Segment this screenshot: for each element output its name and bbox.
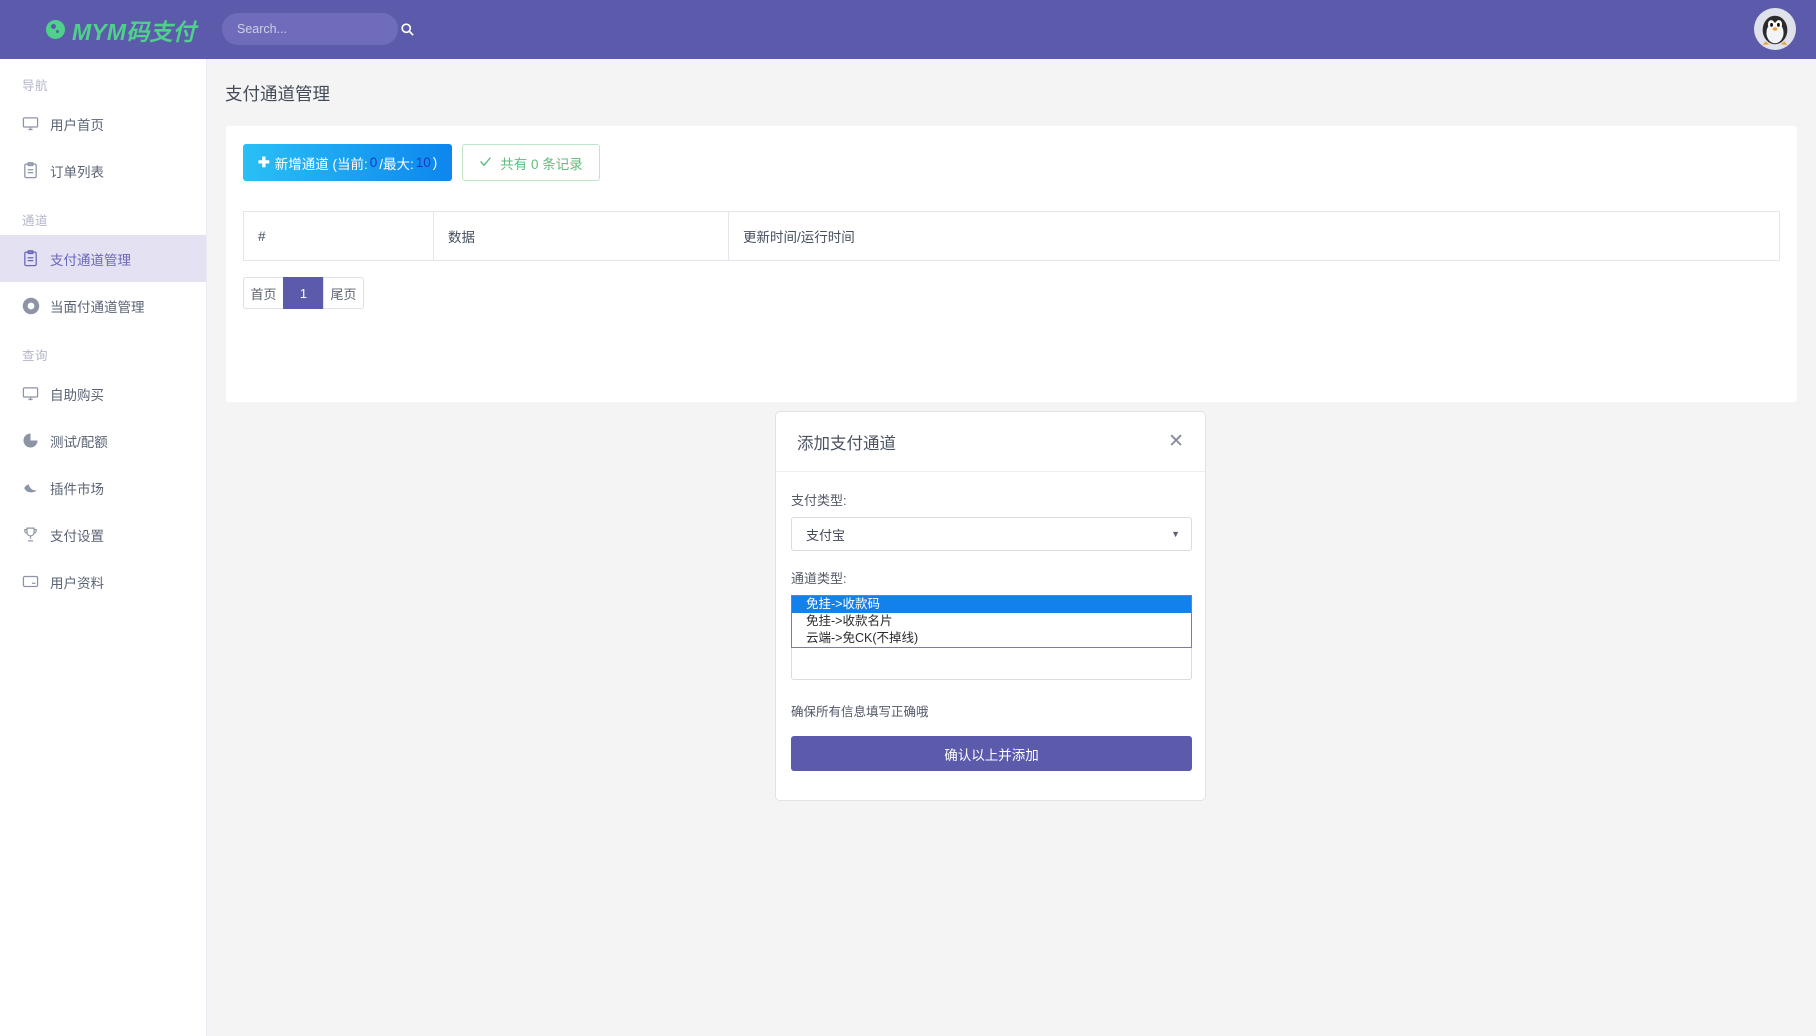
sidebar-section-query: 查询 [0, 329, 206, 370]
brand-logo[interactable]: MYM码支付 [0, 13, 240, 47]
pagination-first-button[interactable]: 首页 [243, 277, 284, 309]
sidebar-section-channel: 通道 [0, 194, 206, 235]
sidebar-item-order-list[interactable]: 订单列表 [0, 147, 206, 194]
credit-card-icon [22, 573, 50, 590]
action-button-row: ✚ 新增通道 (当前: 0 /最大: 10 ) 共有 0 条记录 [243, 144, 1780, 181]
chevron-down-icon: ▼ [1171, 529, 1180, 539]
record-count-label: 共有 0 条记录 [500, 153, 583, 173]
plus-icon: ✚ [258, 154, 270, 171]
page-title: 支付通道管理 [207, 59, 1816, 106]
sidebar-item-user-profile[interactable]: 用户资料 [0, 558, 206, 605]
add-channel-modal: 添加支付通道 ✕ 支付类型: 支付宝 ▼ 通道类型: 免挂->收款码 ▼ 确保所… [775, 411, 1206, 801]
pagination: 首页 1 尾页 [243, 277, 1780, 309]
table-header-time: 更新时间/运行时间 [729, 212, 1780, 261]
sidebar-item-user-home[interactable]: 用户首页 [0, 100, 206, 147]
pagination-last-button[interactable]: 尾页 [323, 277, 364, 309]
main-content: 支付通道管理 ✚ 新增通道 (当前: 0 /最大: 10 ) [207, 59, 1816, 1036]
clipboard-icon [22, 162, 50, 179]
sidebar-item-facepay-channel-management[interactable]: 当面付通道管理 [0, 282, 206, 329]
sidebar-item-plugin-market[interactable]: 插件市场 [0, 464, 206, 511]
dropdown-option-0[interactable]: 免挂->收款码 [792, 596, 1191, 613]
pagination-page-1[interactable]: 1 [283, 277, 324, 309]
add-channel-max: 10 [416, 155, 431, 170]
channel-panel: ✚ 新增通道 (当前: 0 /最大: 10 ) 共有 0 条记录 [226, 126, 1797, 402]
sidebar-item-test-quota[interactable]: 测试/配额 [0, 417, 206, 464]
channel-type-label: 通道类型: [791, 568, 1190, 587]
table-header-data: 数据 [434, 212, 729, 261]
search-button[interactable] [400, 14, 421, 44]
form-hint: 确保所有信息填写正确哦 [791, 701, 1190, 720]
sidebar-item-self-purchase[interactable]: 自助购买 [0, 370, 206, 417]
moon-icon [22, 479, 50, 497]
table-header-index: # [244, 212, 434, 261]
desktop-icon [22, 385, 50, 402]
sidebar-item-label: 插件市场 [50, 478, 104, 498]
sidebar-item-label: 测试/配额 [50, 431, 108, 451]
brand-label: MYM码支付 [72, 13, 196, 47]
sidebar-section-nav: 导航 [0, 59, 206, 100]
confirm-add-button[interactable]: 确认以上并添加 [791, 736, 1192, 771]
search-input[interactable] [222, 14, 400, 44]
add-channel-middle: /最大: [379, 153, 414, 173]
sidebar-item-label: 自助购买 [50, 384, 104, 404]
close-icon[interactable]: ✕ [1168, 432, 1184, 451]
record-count-button[interactable]: 共有 0 条记录 [462, 144, 600, 181]
top-bar: MYM码支付 [0, 0, 1816, 59]
add-channel-prefix: 新增通道 (当前: [275, 153, 368, 173]
search-box[interactable] [222, 13, 398, 45]
pay-type-value: 支付宝 [806, 525, 845, 544]
app-root: MYM码支付 导航 [0, 0, 1816, 1036]
add-channel-suffix: ) [433, 155, 438, 170]
channel-table: # 数据 更新时间/运行时间 [243, 211, 1780, 261]
search-icon [400, 22, 415, 37]
check-icon [479, 155, 492, 171]
modal-title: 添加支付通道 [797, 430, 896, 454]
pay-type-label: 支付类型: [791, 490, 1190, 509]
table-header-row: # 数据 更新时间/运行时间 [244, 212, 1780, 261]
channel-type-dropdown[interactable]: 免挂->收款码 免挂->收款名片 云端->免CK(不掉线) [791, 595, 1192, 648]
sidebar-item-payment-settings[interactable]: 支付设置 [0, 511, 206, 558]
sidebar: 导航 用户首页 订单列表 通道 支付通道管理 [0, 59, 207, 1036]
sidebar-item-label: 支付设置 [50, 525, 104, 545]
add-channel-current: 0 [370, 155, 378, 170]
sidebar-item-label: 订单列表 [50, 161, 104, 181]
dropdown-option-2[interactable]: 云端->免CK(不掉线) [792, 630, 1191, 647]
sidebar-item-label: 当面付通道管理 [50, 296, 145, 316]
clipboard-icon [22, 250, 50, 267]
sidebar-item-label: 用户资料 [50, 572, 104, 592]
sidebar-item-label: 支付通道管理 [50, 249, 131, 269]
dropdown-option-1[interactable]: 免挂->收款名片 [792, 613, 1191, 630]
sidebar-item-payment-channel-management[interactable]: 支付通道管理 [0, 235, 206, 282]
pie-chart-icon [22, 432, 50, 449]
pay-type-select[interactable]: 支付宝 ▼ [791, 517, 1192, 551]
extra-text-input[interactable] [791, 646, 1192, 680]
add-channel-button[interactable]: ✚ 新增通道 (当前: 0 /最大: 10 ) [243, 144, 452, 181]
penguin-avatar-icon [1756, 10, 1794, 48]
modal-header: 添加支付通道 ✕ [776, 412, 1205, 472]
sidebar-item-label: 用户首页 [50, 114, 104, 134]
modal-body: 支付类型: 支付宝 ▼ 通道类型: 免挂->收款码 ▼ 确保所有信息填写正确哦 … [776, 472, 1205, 771]
avatar[interactable] [1754, 8, 1796, 50]
lifebuoy-icon [22, 297, 50, 315]
brand-mark-icon [46, 20, 65, 39]
desktop-icon [22, 115, 50, 132]
trophy-icon [22, 526, 50, 543]
